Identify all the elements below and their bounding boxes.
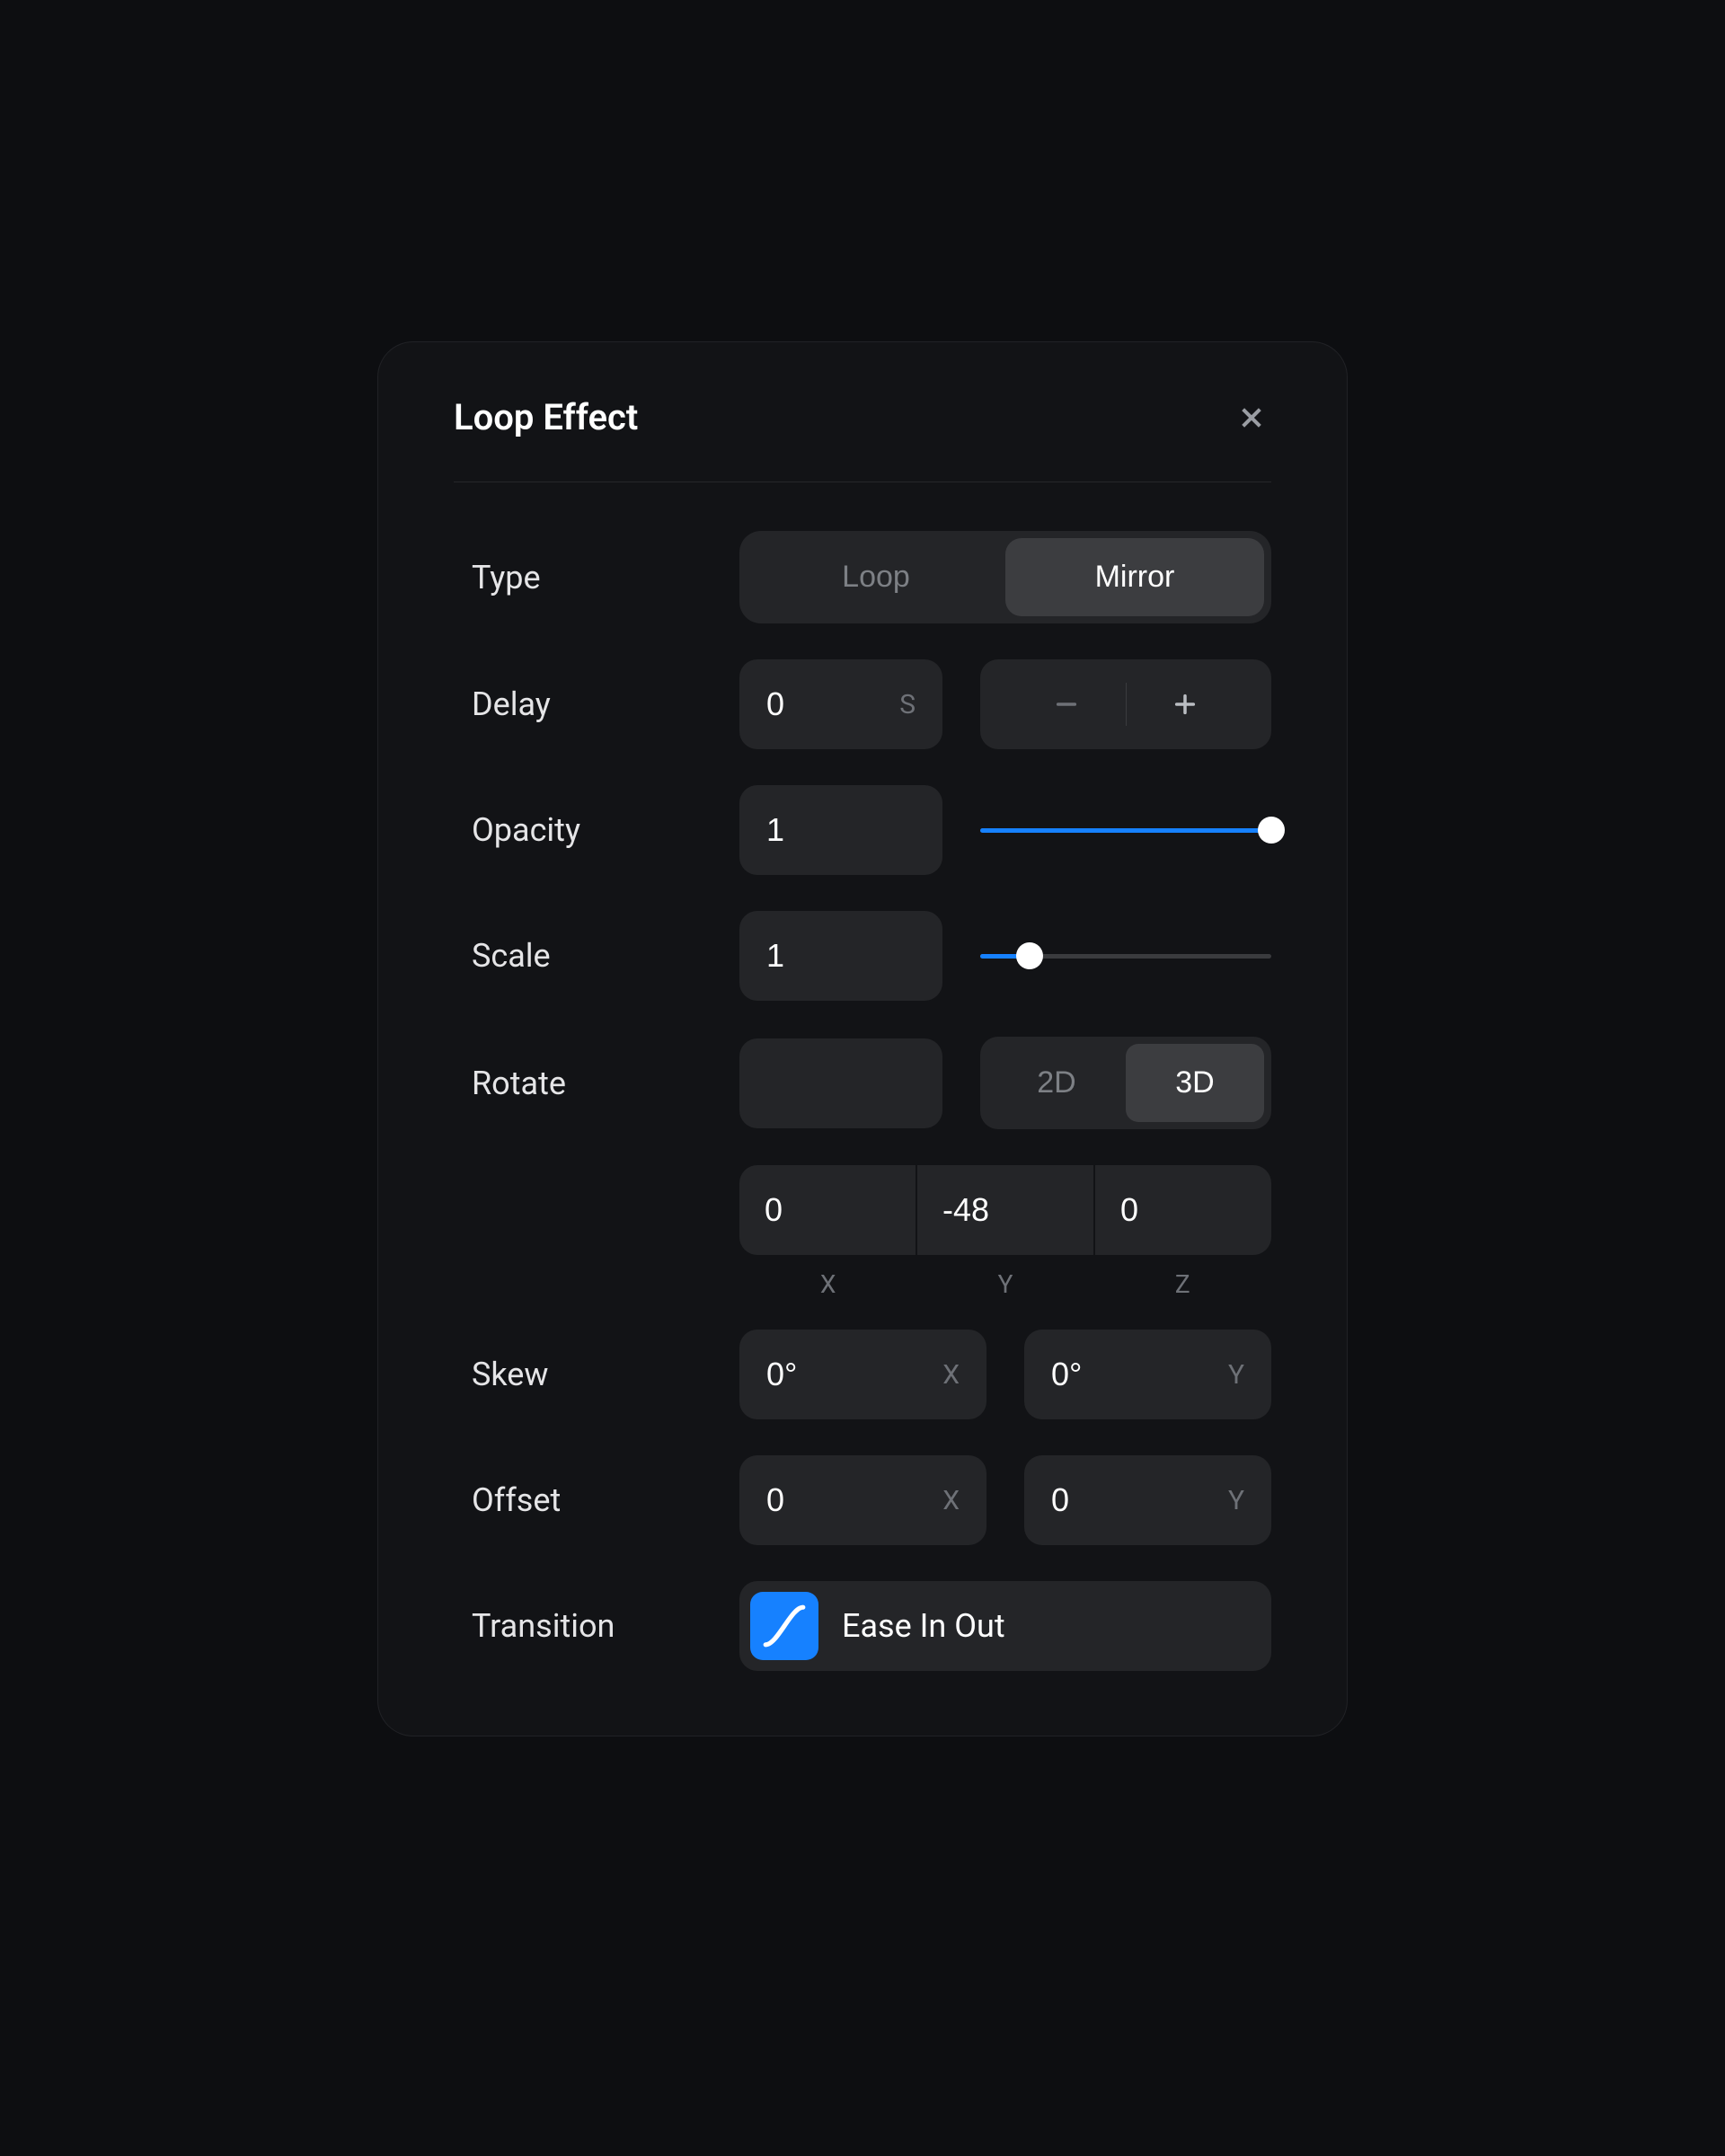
skew-x-input[interactable]: [766, 1356, 942, 1393]
rotate-x-input[interactable]: [739, 1191, 916, 1229]
skew-row: Skew X Y: [454, 1330, 1271, 1419]
opacity-slider[interactable]: [980, 812, 1271, 848]
delay-unit: S: [899, 689, 916, 720]
delay-decrement[interactable]: [1007, 677, 1126, 731]
offset-x-input[interactable]: [766, 1481, 942, 1519]
axis-z-label: Z: [1094, 1269, 1271, 1299]
panel-header: Loop Effect: [454, 396, 1271, 482]
scale-label: Scale: [454, 937, 739, 975]
rotate-xyz-group: [739, 1165, 1271, 1255]
type-label: Type: [454, 559, 739, 596]
axis-x-label: X: [739, 1269, 916, 1299]
rotate-z-input[interactable]: [1095, 1191, 1271, 1229]
opacity-slider-thumb[interactable]: [1258, 817, 1285, 844]
skew-y-box[interactable]: Y: [1024, 1330, 1271, 1419]
type-segment: Loop Mirror: [739, 531, 1271, 623]
delay-input[interactable]: [766, 685, 899, 723]
delay-label: Delay: [454, 685, 739, 723]
scale-input[interactable]: [766, 937, 916, 975]
transition-row: Transition Ease In Out: [454, 1581, 1271, 1671]
skew-y-input[interactable]: [1051, 1356, 1228, 1393]
scale-row: Scale: [454, 911, 1271, 1001]
rotate-y-input[interactable]: [917, 1191, 1093, 1229]
axis-y-label: Y: [916, 1269, 1093, 1299]
rotate-dim-segment: 2D 3D: [980, 1037, 1271, 1129]
opacity-input[interactable]: [766, 811, 916, 849]
rotate-xyz-row: [454, 1165, 1271, 1255]
scale-slider-thumb[interactable]: [1016, 942, 1043, 969]
scale-input-box[interactable]: [739, 911, 942, 1001]
offset-y-suffix: Y: [1228, 1485, 1244, 1516]
rotate-input-box[interactable]: [739, 1038, 942, 1128]
offset-x-suffix: X: [942, 1485, 960, 1516]
skew-label: Skew: [454, 1356, 739, 1393]
rotate-3d-button[interactable]: 3D: [1126, 1044, 1264, 1122]
loop-effect-panel: Loop Effect Type Loop Mirror Delay S: [377, 341, 1348, 1736]
opacity-input-box[interactable]: [739, 785, 942, 875]
rotate-row: Rotate 2D 3D: [454, 1037, 1271, 1129]
rotate-label: Rotate: [454, 1065, 739, 1102]
type-option-loop[interactable]: Loop: [747, 538, 1005, 616]
rotate-2d-button[interactable]: 2D: [987, 1044, 1126, 1122]
transition-label: Transition: [454, 1607, 739, 1645]
offset-x-box[interactable]: X: [739, 1455, 986, 1545]
scale-slider[interactable]: [980, 938, 1271, 974]
offset-y-box[interactable]: Y: [1024, 1455, 1271, 1545]
transition-select[interactable]: Ease In Out: [739, 1581, 1271, 1671]
offset-label: Offset: [454, 1481, 739, 1519]
rotate-input[interactable]: [766, 1065, 916, 1102]
delay-stepper: [980, 659, 1271, 749]
panel-title: Loop Effect: [454, 396, 638, 438]
axis-labels: X Y Z: [739, 1269, 1271, 1299]
delay-row: Delay S: [454, 659, 1271, 749]
close-button[interactable]: [1232, 398, 1271, 437]
opacity-row: Opacity: [454, 785, 1271, 875]
type-row: Type Loop Mirror: [454, 531, 1271, 623]
plus-icon: [1172, 692, 1198, 717]
type-option-mirror[interactable]: Mirror: [1005, 538, 1264, 616]
minus-icon: [1054, 692, 1079, 717]
opacity-label: Opacity: [454, 811, 739, 849]
skew-x-suffix: X: [942, 1359, 960, 1391]
transition-value: Ease In Out: [842, 1607, 1005, 1645]
offset-y-input[interactable]: [1051, 1481, 1228, 1519]
offset-row: Offset X Y: [454, 1455, 1271, 1545]
skew-y-suffix: Y: [1228, 1359, 1244, 1391]
delay-increment[interactable]: [1127, 677, 1245, 731]
delay-input-box[interactable]: S: [739, 659, 942, 749]
skew-x-box[interactable]: X: [739, 1330, 986, 1419]
ease-curve-icon: [750, 1592, 818, 1660]
close-icon: [1237, 403, 1266, 432]
